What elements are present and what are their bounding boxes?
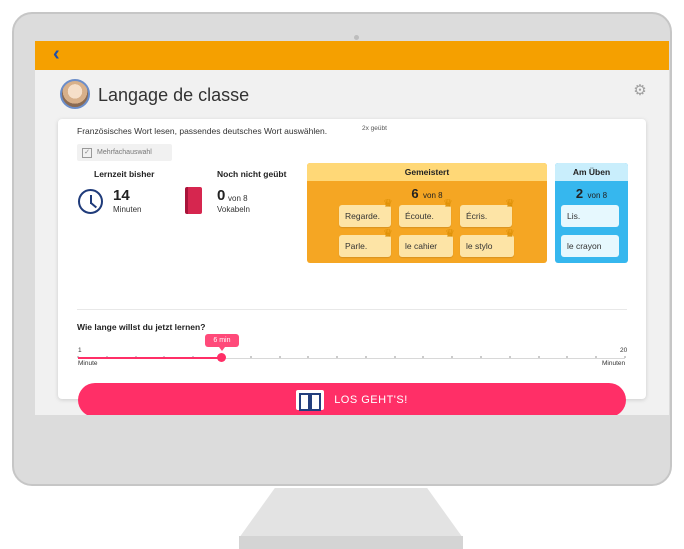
slider-tick bbox=[537, 356, 540, 358]
slider-tick bbox=[508, 356, 511, 358]
crown-icon: ♛ bbox=[505, 228, 515, 240]
gear-icon[interactable]: ⚙ bbox=[632, 83, 648, 99]
duration-question: Wie lange willst du jetzt lernen? bbox=[77, 322, 206, 332]
crown-icon: ♛ bbox=[505, 198, 515, 210]
duration-slider-fill bbox=[78, 357, 222, 359]
slider-max-label: Minuten bbox=[602, 360, 626, 367]
start-button[interactable]: LOS GEHT'S! bbox=[78, 383, 626, 415]
monitor-base bbox=[239, 536, 463, 549]
chevron-left-icon[interactable]: ‹ bbox=[53, 44, 60, 64]
exercise-description: Französisches Wort lesen, passendes deut… bbox=[77, 126, 328, 136]
not-practiced-of: von 8 bbox=[228, 194, 248, 203]
not-practiced-heading: Noch nicht geübt bbox=[217, 169, 287, 179]
crown-icon: ♛ bbox=[445, 228, 455, 240]
crown-icon: ♛ bbox=[443, 198, 453, 210]
open-book-icon bbox=[296, 390, 325, 411]
not-practiced-value: 0 bbox=[217, 187, 226, 204]
clock-icon bbox=[78, 189, 103, 214]
slider-tick bbox=[364, 356, 367, 358]
slider-tick bbox=[624, 356, 626, 358]
practicing-count-line: 2 von 8 bbox=[555, 185, 628, 203]
practicing-of: von 8 bbox=[587, 191, 608, 200]
crown-icon: ♛ bbox=[383, 198, 393, 210]
lesson-card: Französisches Wort lesen, passendes deut… bbox=[58, 119, 646, 415]
word-card[interactable]: le crayon bbox=[561, 235, 619, 257]
mode-label: Mehrfachauswahl bbox=[97, 149, 152, 156]
mastered-of: von 8 bbox=[423, 191, 443, 200]
slider-min-label: Minute bbox=[78, 360, 98, 367]
study-time-heading: Lernzeit bisher bbox=[94, 169, 155, 179]
monitor-stand bbox=[239, 488, 463, 538]
slider-tick bbox=[278, 356, 281, 358]
divider bbox=[77, 309, 627, 310]
mastered-panel: Gemeistert 6 von 8 Regarde. Écoute. Écri… bbox=[307, 163, 547, 263]
page-title: Langage de classe bbox=[98, 85, 250, 105]
practicing-count: 2 bbox=[575, 186, 584, 201]
practiced-count: 2x geübt bbox=[362, 125, 387, 132]
start-button-label: LOS GEHT'S! bbox=[334, 394, 408, 406]
practicing-panel: Am Üben 2 von 8 Lis. le crayon bbox=[555, 163, 628, 263]
word-card[interactable]: Lis. bbox=[561, 205, 619, 227]
avatar bbox=[60, 79, 90, 109]
multiple-choice-chip: ✓ Mehrfachauswahl bbox=[77, 144, 172, 161]
crown-icon: ♛ bbox=[383, 228, 393, 240]
not-practiced-unit: Vokabeln bbox=[217, 205, 250, 214]
practicing-heading: Am Üben bbox=[555, 163, 628, 181]
study-time-unit: Minuten bbox=[113, 205, 142, 214]
checkbox-icon: ✓ bbox=[82, 147, 92, 158]
study-time-value: 14 bbox=[113, 187, 130, 204]
mastered-heading: Gemeistert bbox=[307, 163, 547, 181]
top-bar: ‹ bbox=[35, 41, 669, 70]
slider-tick bbox=[249, 356, 252, 358]
mastered-count: 6 bbox=[411, 186, 419, 201]
slider-max-value: 20 bbox=[620, 347, 628, 354]
duration-value-bubble: 6 min bbox=[204, 334, 239, 351]
slider-min-value: 1 bbox=[78, 347, 82, 354]
duration-slider-thumb[interactable] bbox=[217, 353, 227, 362]
camera-dot bbox=[354, 35, 359, 40]
slider-tick bbox=[393, 356, 396, 358]
book-icon bbox=[185, 187, 202, 214]
app-screen: ‹ Langage de classe ⚙ Französisches Wort… bbox=[35, 41, 669, 415]
